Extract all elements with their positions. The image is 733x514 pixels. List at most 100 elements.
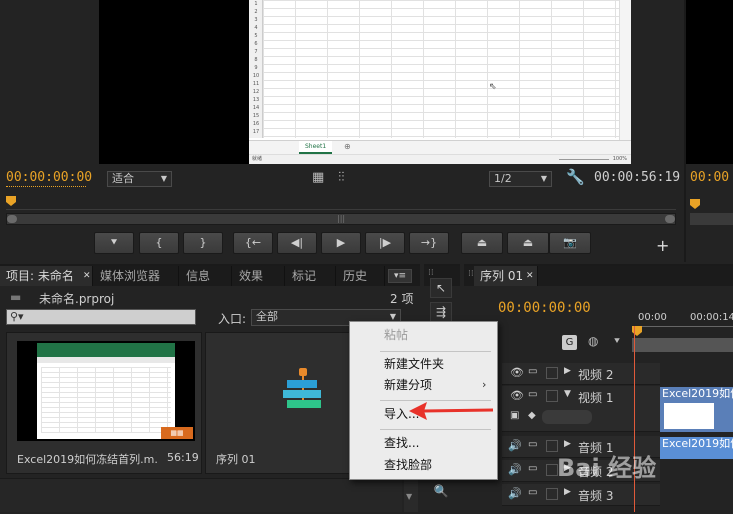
sequence-icon (283, 368, 323, 418)
lift-button[interactable]: ⏏ (461, 232, 503, 254)
mark-in-button[interactable]: { (139, 232, 179, 254)
add-marker-icon[interactable]: ⯆ (613, 336, 621, 347)
thumbnail-toolbar (37, 357, 175, 363)
eye-icon[interactable]: 👁 (510, 366, 524, 379)
excel-row-number: 7 (254, 49, 258, 55)
grip-icon: ⁞⁞ (468, 269, 474, 279)
scroll-handle-left[interactable] (7, 215, 17, 223)
track-audio-3[interactable]: 🔊 ▭ ▶ 音频 3 (502, 484, 660, 506)
step-back-button[interactable]: ◀| (277, 232, 317, 254)
menu-item-paste[interactable]: 粘帖 (384, 326, 408, 344)
add-button-icon[interactable]: + (656, 236, 669, 255)
right-timecode[interactable]: 00:00 (690, 170, 729, 185)
snap-icon[interactable]: G (562, 335, 577, 350)
speaker-icon[interactable]: 🔊 (508, 439, 522, 452)
project-item-video[interactable]: ▦▦ Excel2019如何冻结首列.m... 56:19 (6, 332, 202, 474)
lock-box[interactable] (546, 367, 558, 379)
video-preview: 1 2 3 4 5 6 7 8 9 10 11 12 13 14 15 16 17 Sheet1 ⊕ 就绪 10… (99, 0, 631, 164)
wrench-icon[interactable]: 🔧 (566, 168, 585, 186)
go-to-out-button[interactable]: →} (409, 232, 449, 254)
add-sheet-icon: ⊕ (344, 142, 351, 151)
tab-history[interactable]: 历史 (337, 266, 385, 286)
track-video-1[interactable]: 👁 ▭ ▼ 视频 1 ▣ ◆ (502, 386, 660, 432)
safe-margins-icon[interactable]: ▦ (312, 170, 324, 185)
excel-sheet-bar: Sheet1 ⊕ (249, 140, 631, 154)
tab-sequence[interactable]: 序列 01 ✕ (474, 266, 538, 286)
expand-icon[interactable]: ▶ (564, 487, 571, 497)
right-scrollbar[interactable] (690, 213, 733, 225)
lock-box[interactable] (546, 390, 558, 402)
extract-button[interactable]: ⏏ (507, 232, 549, 254)
track-select-tool-icon[interactable]: ⇶ (430, 302, 452, 322)
collapse-icon[interactable]: ▼ (564, 389, 571, 399)
work-area-bar[interactable] (632, 338, 733, 352)
eye-icon[interactable]: 👁 (510, 389, 524, 402)
linked-selection-icon[interactable]: ◍ (588, 334, 598, 348)
speaker-icon[interactable]: 🔊 (508, 463, 522, 476)
excel-row-number: 6 (254, 41, 258, 47)
close-icon[interactable]: ✕ (526, 266, 534, 286)
audio-clip[interactable]: Excel2019如何 (660, 437, 733, 459)
seq-block-4 (303, 400, 321, 408)
film-icon: ▭ (528, 439, 538, 450)
tab-info[interactable]: 信息 (180, 266, 232, 286)
keyframe-nav[interactable] (542, 410, 592, 424)
ruler-label-1: 00:00:14:2 (690, 312, 733, 323)
project-footer (0, 478, 402, 512)
chevron-down-icon[interactable]: ▼ (406, 492, 412, 501)
chevron-down-icon: ▼ (540, 174, 547, 183)
excel-row-number: 13 (252, 97, 260, 103)
menu-item-new-item[interactable]: 新建分项 (384, 376, 432, 394)
resolution-select[interactable]: 1/2 ▼ (489, 171, 552, 187)
tab-effects[interactable]: 效果 (233, 266, 285, 286)
timecode-current[interactable]: 00:00:00:00 (6, 170, 92, 185)
play-button[interactable]: ▶ (321, 232, 361, 254)
step-forward-button[interactable]: |▶ (365, 232, 405, 254)
track-label: 音频 3 (578, 489, 614, 503)
zoom-tool-icon[interactable]: 🔍 (430, 482, 452, 502)
tab-info-label: 信息 (186, 269, 211, 283)
ruler-line (632, 326, 733, 327)
speaker-icon[interactable]: 🔊 (508, 487, 522, 500)
in-point-label: 入口: (218, 312, 247, 326)
menu-item-find-faces[interactable]: 查找脸部 (384, 456, 432, 474)
selection-tool-icon[interactable]: ↖ (430, 278, 452, 298)
audio-waveform-icon[interactable]: ⫶⫶ (338, 170, 345, 185)
playhead-icon[interactable] (6, 196, 16, 206)
expand-icon[interactable]: ▶ (564, 366, 571, 376)
add-marker-button[interactable]: ⯆ (94, 232, 134, 254)
excel-grid (263, 0, 619, 138)
project-tabbar: 项目: 未命名 ✕ 媒体浏览器 信息 效果 标记 历史 ▾≡ (0, 266, 420, 286)
tab-media-browser[interactable]: 媒体浏览器 (94, 266, 179, 286)
panel-menu-icon[interactable]: ▾≡ (388, 269, 412, 283)
go-to-in-button[interactable]: {← (233, 232, 273, 254)
video-clip[interactable]: Excel2019如何 (660, 387, 733, 432)
export-frame-button[interactable]: 📷 (549, 232, 591, 254)
excel-row-number: 12 (252, 89, 260, 95)
tab-project[interactable]: 项目: 未命名 ✕ (0, 266, 93, 286)
scroll-handle-right[interactable] (665, 215, 675, 223)
zoom-scrollbar[interactable]: ||| (6, 213, 676, 225)
excel-scrollbar (619, 0, 631, 140)
keyframe-icon[interactable]: ◆ (528, 410, 536, 421)
tab-markers[interactable]: 标记 (286, 266, 336, 286)
track-video-2[interactable]: 👁 ▭ ▶ 视频 2 (502, 363, 660, 385)
right-playhead-icon[interactable] (690, 199, 700, 209)
time-ruler[interactable] (6, 196, 676, 210)
display-style-icon[interactable]: ▣ (510, 410, 519, 421)
menu-item-new-bin[interactable]: 新建文件夹 (384, 355, 444, 373)
playhead-line (634, 326, 635, 512)
red-arrow-annotation (409, 402, 494, 420)
film-icon: ▭ (528, 487, 538, 498)
excel-row-number: 5 (254, 33, 258, 39)
thumbnail-excel (37, 343, 175, 439)
fit-select[interactable]: 适合 ▼ (107, 171, 172, 187)
search-input[interactable]: ⚲▾ (6, 309, 196, 325)
close-icon[interactable]: ✕ (83, 266, 91, 286)
mark-out-button[interactable]: } (183, 232, 223, 254)
program-monitor: 1 2 3 4 5 6 7 8 9 10 11 12 13 14 15 16 17 Sheet1 ⊕ 就绪 10… (0, 0, 682, 262)
menu-separator (380, 351, 491, 352)
lock-box[interactable] (546, 488, 558, 500)
timeline-timecode[interactable]: 00:00:00:00 (498, 300, 591, 316)
menu-item-find[interactable]: 查找... (384, 434, 419, 452)
